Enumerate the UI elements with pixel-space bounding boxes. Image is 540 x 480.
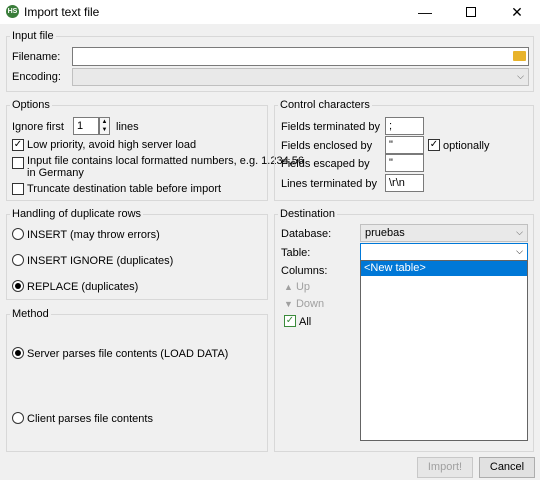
- encoding-select[interactable]: ⌵: [72, 68, 529, 86]
- insert-radio[interactable]: [12, 228, 24, 240]
- replace-radio[interactable]: [12, 280, 24, 292]
- fields-enclosed-input[interactable]: ": [385, 136, 424, 154]
- method-group: [6, 314, 268, 452]
- optionally-label[interactable]: optionally: [443, 140, 489, 152]
- insert-label[interactable]: INSERT (may throw errors): [27, 229, 160, 241]
- spin-down-icon[interactable]: ▼: [100, 126, 109, 134]
- app-icon: HS: [6, 5, 19, 18]
- table-dropdown-list: <New table>: [360, 260, 528, 441]
- columns-label: Columns:: [281, 265, 328, 277]
- encoding-label: Encoding:: [12, 71, 61, 83]
- optionally-checkbox[interactable]: ✓: [428, 139, 440, 151]
- minimize-icon: —: [418, 4, 432, 20]
- duplicates-group-title: Handling of duplicate rows: [10, 208, 144, 220]
- options-group-title: Options: [10, 99, 52, 111]
- down-label: Down: [295, 298, 325, 310]
- replace-label[interactable]: REPLACE (duplicates): [27, 281, 138, 293]
- table-label: Table:: [281, 247, 311, 259]
- client-parses-radio[interactable]: [12, 412, 24, 424]
- low-priority-checkbox[interactable]: ✓: [12, 139, 24, 151]
- database-label: Database:: [281, 228, 332, 240]
- low-priority-label[interactable]: Low priority, avoid high server load: [27, 139, 196, 151]
- all-label[interactable]: All: [299, 316, 311, 328]
- close-button[interactable]: ✕: [494, 0, 540, 24]
- local-numbers-label-line2[interactable]: in Germany: [27, 167, 84, 179]
- local-numbers-label-line1[interactable]: Input file contains local formatted numb…: [27, 155, 304, 167]
- maximize-icon: [466, 7, 476, 17]
- fields-escaped-input[interactable]: ": [385, 154, 424, 172]
- import-button[interactable]: Import!: [417, 457, 473, 478]
- lines-terminated-input[interactable]: \r\n: [385, 174, 424, 192]
- database-value: pruebas: [365, 227, 405, 239]
- fields-enclosed-label: Fields enclosed by: [281, 140, 373, 152]
- close-icon: ✕: [511, 3, 523, 20]
- ignore-first-input[interactable]: 1: [73, 117, 99, 135]
- lines-label: lines: [116, 121, 139, 133]
- destination-group-title: Destination: [278, 208, 338, 220]
- filename-label: Filename:: [12, 51, 61, 63]
- ignore-first-spinner[interactable]: ▲ ▼: [99, 117, 110, 135]
- all-checkbox[interactable]: ✓: [284, 315, 296, 327]
- fields-escaped-label: Fields escaped by: [281, 158, 370, 170]
- filename-input[interactable]: [72, 47, 529, 66]
- fields-terminated-input[interactable]: ;: [385, 117, 424, 135]
- method-group-title: Method: [10, 308, 51, 320]
- table-dropdown-option[interactable]: <New table>: [361, 261, 527, 276]
- down-button[interactable]: ▼ Down: [284, 298, 324, 310]
- spin-up-icon[interactable]: ▲: [100, 118, 109, 126]
- table-select[interactable]: ⌵: [360, 243, 528, 261]
- lines-terminated-label: Lines terminated by: [281, 178, 377, 190]
- server-parses-radio[interactable]: [12, 347, 24, 359]
- truncate-label[interactable]: Truncate destination table before import: [27, 183, 221, 195]
- database-select[interactable]: pruebas ⌵: [360, 224, 528, 242]
- folder-icon[interactable]: [513, 51, 526, 61]
- truncate-checkbox[interactable]: [12, 183, 24, 195]
- chevron-down-icon: ⌵: [517, 71, 524, 81]
- arrow-up-icon: ▲: [284, 282, 293, 292]
- ignore-first-label: Ignore first: [12, 121, 64, 133]
- fields-terminated-label: Fields terminated by: [281, 121, 381, 133]
- maximize-button[interactable]: [448, 0, 494, 24]
- control-characters-group-title: Control characters: [278, 99, 372, 111]
- arrow-down-icon: ▼: [284, 299, 293, 309]
- up-button[interactable]: ▲ Up: [284, 281, 310, 293]
- client-parses-label[interactable]: Client parses file contents: [27, 413, 153, 425]
- insert-ignore-radio[interactable]: [12, 254, 24, 266]
- input-file-group-title: Input file: [10, 30, 56, 42]
- chevron-down-icon: ⌵: [516, 227, 523, 237]
- local-numbers-checkbox[interactable]: [12, 157, 24, 169]
- minimize-button[interactable]: —: [402, 0, 448, 24]
- cancel-button[interactable]: Cancel: [479, 457, 535, 478]
- window-title: Import text file: [24, 5, 100, 19]
- server-parses-label[interactable]: Server parses file contents (LOAD DATA): [27, 348, 228, 360]
- up-label: Up: [295, 281, 311, 293]
- chevron-down-icon: ⌵: [516, 246, 523, 256]
- insert-ignore-label[interactable]: INSERT IGNORE (duplicates): [27, 255, 173, 267]
